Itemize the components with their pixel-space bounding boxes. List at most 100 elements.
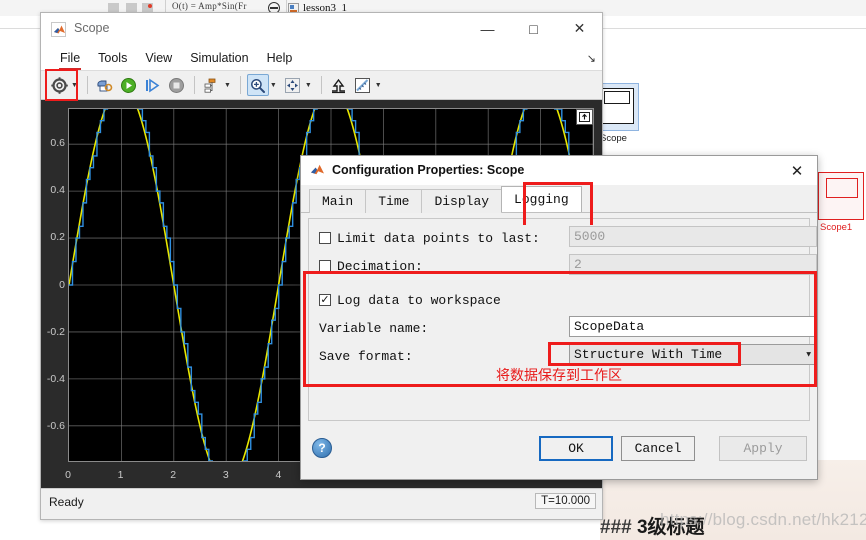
toolbar-run[interactable] bbox=[117, 73, 141, 97]
tab-logging[interactable]: Logging bbox=[501, 186, 582, 212]
status-message: Ready bbox=[49, 495, 84, 509]
x-tick-label: 0 bbox=[65, 469, 71, 481]
dialog-close-icon[interactable]: ✕ bbox=[785, 160, 809, 182]
dialog-titlebar: Configuration Properties: Scope ✕ bbox=[301, 156, 817, 185]
toolbar-stop[interactable] bbox=[165, 73, 189, 97]
simulink-block-scope1[interactable] bbox=[818, 172, 864, 220]
y-tick-label: 0 bbox=[59, 278, 65, 291]
close-button[interactable]: ✕ bbox=[557, 13, 602, 44]
ruler-icon[interactable] bbox=[352, 74, 374, 96]
save-format-label: Save format: bbox=[319, 348, 413, 364]
variable-name-label: Variable name: bbox=[319, 320, 429, 336]
legend-toggle-icon[interactable] bbox=[576, 109, 593, 125]
screenshot-root: O(t) = Amp*Sin(Fr lesson3_1 Scope Scope1… bbox=[0, 0, 866, 540]
cancel-button[interactable]: Cancel bbox=[621, 436, 695, 461]
minimize-button[interactable]: — bbox=[465, 13, 510, 44]
row-decimation: Decimation: 2 bbox=[319, 254, 817, 277]
menu-view[interactable]: View bbox=[136, 49, 181, 67]
chevron-down-icon-signals[interactable]: ▼ bbox=[224, 82, 231, 89]
menu-simulation[interactable]: Simulation bbox=[181, 49, 257, 67]
scope1-block-glyph bbox=[826, 178, 858, 198]
chevron-down-icon-config[interactable]: ▼ bbox=[71, 82, 78, 89]
maximize-button[interactable]: □ bbox=[511, 13, 556, 44]
step-forward-icon[interactable] bbox=[142, 74, 164, 96]
heading-hash-marks: ### bbox=[600, 517, 632, 538]
limit-data-points-label: Limit data points to last: bbox=[337, 230, 540, 246]
tab-display[interactable]: Display bbox=[421, 189, 503, 213]
menu-file[interactable]: File bbox=[51, 49, 89, 70]
simulink-block-scope1-label: Scope1 bbox=[820, 222, 853, 233]
dialog-title: Configuration Properties: Scope bbox=[332, 163, 525, 177]
scope-window-title: Scope bbox=[74, 21, 110, 35]
toolbar-cursor-measurements[interactable]: ▼ bbox=[351, 73, 386, 97]
print-icon[interactable] bbox=[94, 74, 116, 96]
toolbar-signal-selection[interactable]: ▼ bbox=[200, 73, 235, 97]
log-data-to-workspace-checkbox[interactable] bbox=[319, 294, 331, 306]
scope-statusbar: Ready T=10.000 bbox=[41, 488, 602, 515]
simulink-block-scope-label: Scope bbox=[600, 133, 627, 144]
toolstrip-icon-1[interactable] bbox=[108, 3, 119, 12]
tab-main[interactable]: Main bbox=[309, 189, 367, 213]
tab-time[interactable]: Time bbox=[365, 189, 423, 213]
row-limit-data-points: Limit data points to last: 5000 bbox=[319, 226, 817, 249]
save-format-dropdown[interactable]: Structure With Time ▼ bbox=[569, 344, 817, 365]
toolbar-pan[interactable]: ▼ bbox=[281, 73, 316, 97]
gear-icon[interactable] bbox=[48, 74, 70, 96]
save-format-value: Structure With Time bbox=[574, 347, 723, 362]
toolbar-configuration-properties[interactable]: ▼ bbox=[47, 73, 82, 97]
dialog-tabs: Main Time Display Logging bbox=[301, 185, 817, 213]
logging-panel: Limit data points to last: 5000 Decimati… bbox=[308, 218, 817, 421]
scope-toolbar: ▼ ▼ ▼ ▼ ▼ bbox=[41, 69, 602, 101]
toolbar-separator-2 bbox=[193, 76, 195, 94]
limit-data-points-checkbox[interactable] bbox=[319, 232, 331, 244]
toolbar-print[interactable] bbox=[93, 73, 117, 97]
menu-help[interactable]: Help bbox=[258, 49, 302, 67]
decimation-checkbox[interactable] bbox=[319, 260, 331, 272]
limit-data-points-input[interactable]: 5000 bbox=[569, 226, 817, 247]
menu-tools[interactable]: Tools bbox=[89, 49, 136, 67]
autoscale-icon[interactable] bbox=[328, 74, 350, 96]
help-icon[interactable]: ? bbox=[312, 438, 332, 458]
zoom-in-icon[interactable] bbox=[246, 74, 269, 96]
log-data-to-workspace-label: Log data to workspace bbox=[337, 292, 501, 308]
stop-icon[interactable] bbox=[166, 74, 188, 96]
scope-block-glyph bbox=[600, 88, 634, 124]
decimation-label: Decimation: bbox=[337, 258, 423, 274]
chevron-down-icon-save-format[interactable]: ▼ bbox=[806, 350, 811, 359]
x-tick-label: 4 bbox=[275, 469, 282, 481]
toolbar-separator-1 bbox=[86, 76, 88, 94]
variable-name-input[interactable]: ScopeData bbox=[569, 316, 817, 337]
toolstrip-icon-2[interactable] bbox=[126, 3, 137, 12]
dialog-footer: ? OK Cancel Apply bbox=[301, 427, 817, 475]
chevron-down-icon-cursor[interactable]: ▼ bbox=[375, 82, 382, 89]
row-variable-name: Variable name: ScopeData bbox=[319, 316, 817, 339]
y-tick-label: 0.4 bbox=[50, 184, 65, 197]
toolstrip-modified-dot bbox=[148, 4, 152, 8]
decimation-input[interactable]: 2 bbox=[569, 254, 817, 275]
toolbar-step-forward[interactable] bbox=[141, 73, 165, 97]
toolbar-autoscale[interactable] bbox=[327, 73, 351, 97]
watermark-text: https://blog.csdn.net/hk2121 bbox=[660, 510, 866, 529]
toolbar-separator-3 bbox=[239, 76, 241, 94]
configuration-properties-dialog: Configuration Properties: Scope ✕ Main T… bbox=[300, 155, 818, 480]
y-tick-label: -0.4 bbox=[46, 372, 65, 385]
y-tick-label: -0.2 bbox=[46, 325, 65, 338]
chevron-down-icon-zoom[interactable]: ▼ bbox=[270, 82, 277, 89]
status-simulation-time: T=10.000 bbox=[535, 493, 596, 509]
dialog-body: Limit data points to last: 5000 Decimati… bbox=[301, 213, 817, 427]
toolbar-zoom-in[interactable]: ▼ bbox=[246, 73, 281, 97]
toolbar-separator-4 bbox=[320, 76, 322, 94]
block-formula-text: O(t) = Amp*Sin(Fr bbox=[172, 1, 247, 11]
play-icon[interactable] bbox=[118, 74, 140, 96]
matlab-logo-icon bbox=[51, 22, 66, 37]
chevron-down-icon-pan[interactable]: ▼ bbox=[305, 82, 312, 89]
menu-overflow-icon[interactable]: ↘ bbox=[587, 52, 596, 65]
pan-icon[interactable] bbox=[282, 74, 304, 96]
x-tick-label: 1 bbox=[117, 469, 124, 481]
y-tick-label: -0.6 bbox=[46, 419, 65, 432]
row-save-format: Save format: Structure With Time ▼ bbox=[319, 344, 817, 367]
ok-button[interactable]: OK bbox=[539, 436, 613, 461]
signals-icon[interactable] bbox=[201, 74, 223, 96]
y-tick-label: 0.6 bbox=[50, 137, 65, 150]
apply-button[interactable]: Apply bbox=[719, 436, 807, 461]
